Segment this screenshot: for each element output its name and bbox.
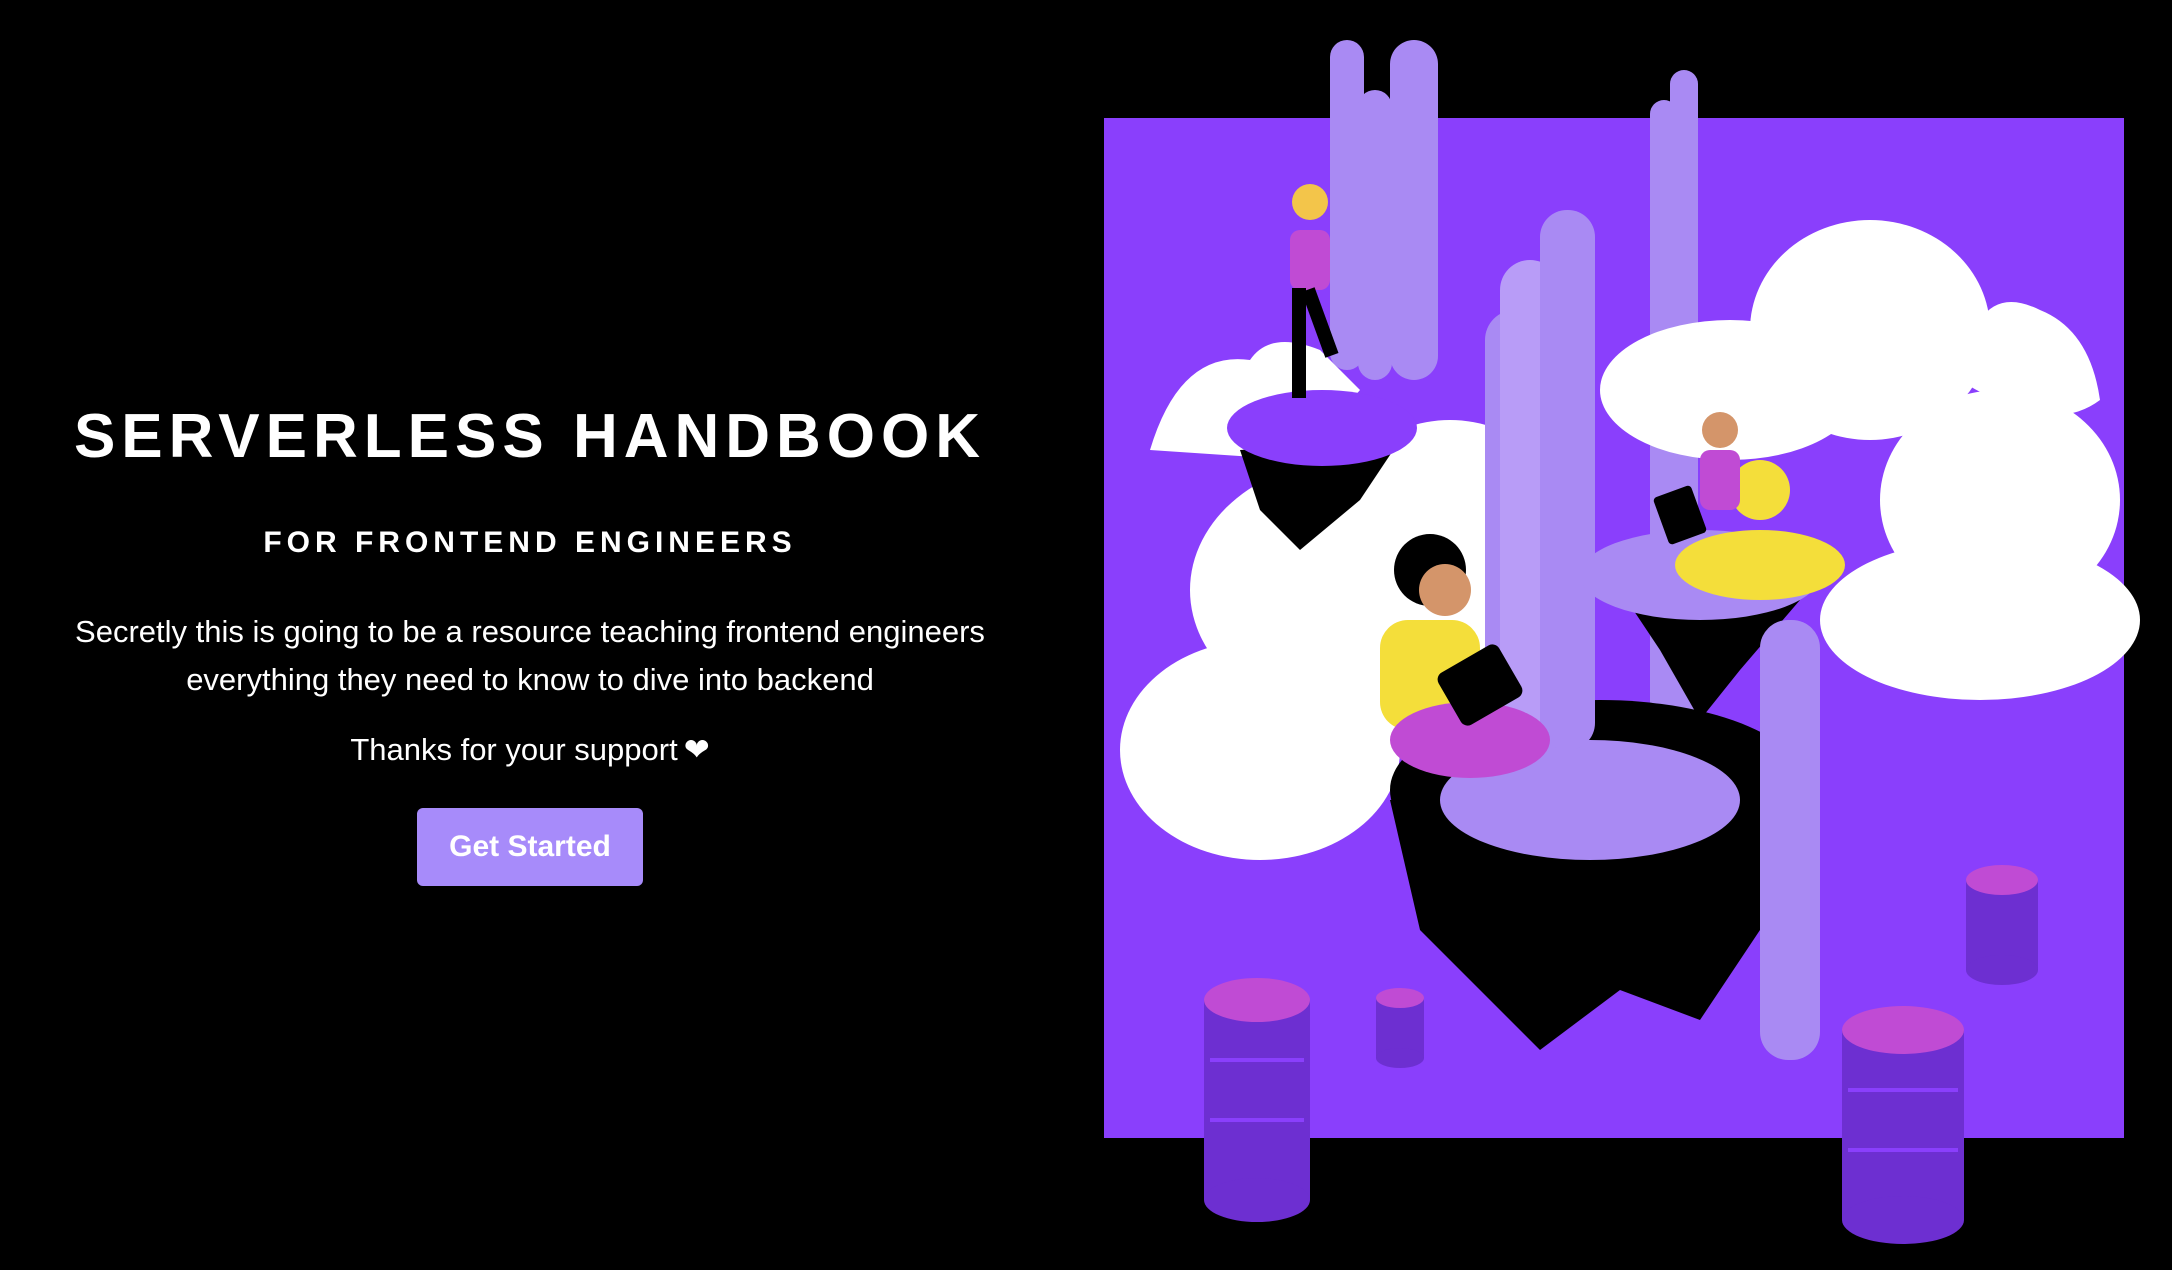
database-cylinder-small (1376, 988, 1424, 1068)
database-cylinder-right-top (1966, 865, 2038, 985)
description-line-1: Secretly this is going to be a resource … (75, 614, 985, 650)
thanks-text: Thanks for your support (350, 732, 678, 768)
get-started-button[interactable]: Get Started (417, 808, 643, 887)
thanks-message: Thanks for your support ❤ (40, 732, 1020, 768)
hero-section: SERVERLESS HANDBOOK FOR FRONTEND ENGINEE… (40, 400, 1020, 887)
database-cylinder-left (1204, 978, 1310, 1222)
hero-description: Secretly this is going to be a resource … (40, 608, 1020, 704)
landing-page: SERVERLESS HANDBOOK FOR FRONTEND ENGINEE… (0, 0, 2172, 1270)
page-subtitle: FOR FRONTEND ENGINEERS (263, 526, 797, 560)
database-cylinder-right-bottom (1842, 1006, 1964, 1244)
description-line-2: everything they need to know to dive int… (186, 662, 874, 698)
heart-icon: ❤ (683, 732, 710, 768)
hero-illustration (1104, 40, 2140, 1244)
page-title: SERVERLESS HANDBOOK (73, 402, 987, 471)
